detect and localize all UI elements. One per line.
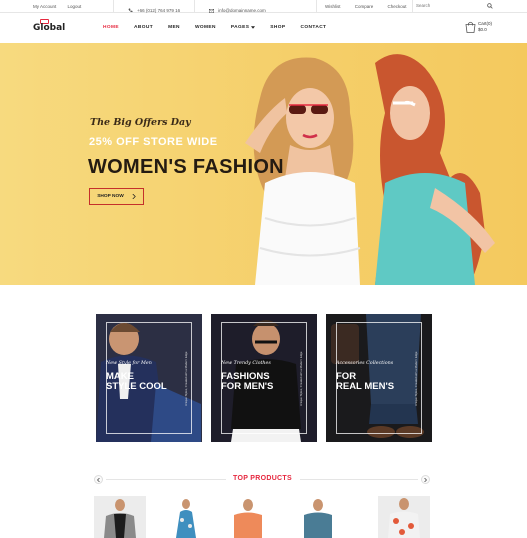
product-image	[222, 496, 274, 538]
product-card[interactable]	[378, 496, 430, 538]
card-heading-line-2: STYLE COOL	[106, 381, 167, 392]
nav-pages-label: PAGES	[230, 25, 250, 30]
search-input[interactable]	[416, 3, 476, 8]
nav-pages[interactable]: PAGES	[230, 25, 256, 30]
nav-men[interactable]: MEN	[168, 25, 180, 30]
my-account-link[interactable]: My Account	[33, 4, 56, 9]
account-links: My Account Logout	[33, 4, 91, 9]
divider	[106, 479, 226, 480]
checkout-link[interactable]: Checkout	[388, 4, 407, 9]
divider	[113, 0, 114, 13]
card-vertical-text: Unique Styles, Created with a Modern Edg…	[414, 351, 418, 406]
promo-card-style-cool[interactable]: New Style for Men MAKE STYLE COOL Unique …	[96, 314, 202, 442]
card-kicker: New Trendy Clothes	[221, 361, 271, 366]
nav-about[interactable]: ABOUT	[134, 25, 153, 30]
hero-kicker: The Big Offers Day	[90, 117, 191, 128]
logo-text: Global	[33, 23, 66, 33]
shop-now-label: SHOP NOW	[97, 194, 124, 199]
chevron-right-icon	[132, 194, 136, 199]
product-carousel	[0, 496, 527, 538]
divider	[300, 479, 418, 480]
card-kicker: New Style for Men	[106, 361, 152, 366]
top-products-header: TOP PRODUCTS	[0, 470, 527, 490]
product-image	[378, 496, 430, 538]
product-image	[94, 496, 146, 538]
card-heading: FOR REAL MEN'S	[336, 372, 394, 392]
card-vertical-text: Unique Styles, Created with a Modern Edg…	[299, 351, 303, 406]
divider	[412, 0, 413, 13]
search-box	[416, 3, 495, 11]
chevron-right-icon	[424, 477, 427, 482]
product-card[interactable]	[94, 496, 146, 538]
shop-now-button[interactable]: SHOP NOW	[89, 188, 144, 205]
hero-subtitle: 25% OFF STORE WIDE	[89, 136, 218, 148]
search-icon[interactable]	[487, 3, 493, 9]
top-products-title: TOP PRODUCTS	[233, 475, 292, 482]
cart-summary: Cart(0) $0.0	[478, 21, 492, 33]
main-nav: HOME ABOUT MEN WOMEN PAGES SHOP CONTACT	[103, 25, 341, 30]
product-card[interactable]	[292, 496, 344, 538]
card-heading: FASHIONS FOR MEN'S	[221, 372, 273, 392]
divider	[316, 0, 317, 13]
chevron-left-icon	[97, 477, 100, 482]
nav-contact[interactable]: CONTACT	[301, 25, 327, 30]
card-heading: MAKE STYLE COOL	[106, 372, 167, 392]
compare-link[interactable]: Compare	[355, 4, 374, 9]
logo[interactable]: Global	[33, 19, 66, 33]
divider	[194, 0, 196, 13]
product-card[interactable]	[222, 496, 274, 538]
nav-women[interactable]: WOMEN	[195, 25, 216, 30]
product-card[interactable]	[160, 496, 212, 538]
chevron-down-icon	[251, 26, 256, 29]
prev-products-button[interactable]	[94, 475, 103, 484]
hero-banner: The Big Offers Day 25% OFF STORE WIDE WO…	[0, 43, 527, 285]
main-header: Global HOME ABOUT MEN WOMEN PAGES SHOP C…	[0, 13, 527, 43]
promo-card-fashions[interactable]: New Trendy Clothes FASHIONS FOR MEN'S Uni…	[211, 314, 317, 442]
wishlist-link[interactable]: Wishlist	[325, 4, 341, 9]
product-image	[160, 496, 212, 538]
mail-icon	[209, 8, 215, 13]
utility-links: Wishlist Compare Checkout	[325, 4, 420, 9]
nav-shop[interactable]: SHOP	[270, 25, 285, 30]
product-image	[292, 496, 344, 538]
cart[interactable]: Cart(0) $0.0	[465, 20, 492, 38]
top-bar: My Account Logout +66 (012) 764 979 16 i…	[0, 0, 527, 13]
cart-icon	[465, 21, 476, 33]
card-heading-line-2: REAL MEN'S	[336, 381, 395, 392]
nav-home[interactable]: HOME	[103, 25, 119, 30]
logout-link[interactable]: Logout	[68, 4, 82, 9]
card-kicker: Accessories Collections	[336, 361, 394, 366]
card-vertical-text: Unique Styles, Created with a Modern Edg…	[184, 351, 188, 406]
promo-card-real-mens[interactable]: Accessories Collections FOR REAL MEN'S Un…	[326, 314, 432, 442]
hero-title: WOMEN'S FASHION	[88, 156, 284, 178]
next-products-button[interactable]	[421, 475, 430, 484]
card-heading-line-2: FOR MEN'S	[221, 381, 274, 392]
promo-cards: New Style for Men MAKE STYLE COOL Unique …	[96, 314, 433, 442]
cart-total: $0.0	[478, 27, 487, 32]
